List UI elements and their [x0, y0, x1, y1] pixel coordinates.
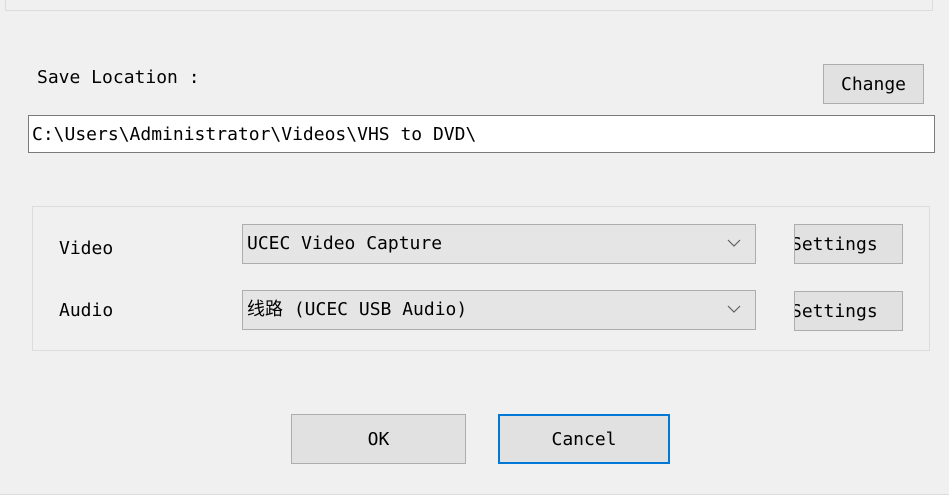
audio-device-select[interactable]: 线路 (UCEC USB Audio) — [242, 290, 756, 330]
video-device-select[interactable]: UCEC Video Capture — [242, 224, 756, 264]
video-device-value: UCEC Video Capture — [247, 233, 443, 254]
change-button[interactable]: Change — [823, 64, 924, 104]
video-settings-button[interactable]: Settings — [794, 224, 903, 264]
audio-settings-label: Settings — [794, 300, 878, 322]
save-path-field[interactable] — [28, 115, 935, 153]
save-location-label: Save Location : — [37, 67, 200, 88]
chevron-down-icon — [727, 239, 741, 247]
video-settings-label: Settings — [794, 233, 878, 255]
chevron-down-icon — [727, 305, 741, 313]
top-panel-edge — [5, 0, 933, 11]
audio-label: Audio — [59, 300, 114, 321]
audio-settings-button[interactable]: Settings — [794, 291, 903, 331]
video-label: Video — [59, 238, 114, 259]
cancel-button[interactable]: Cancel — [498, 414, 670, 464]
audio-device-value: 线路 (UCEC USB Audio) — [247, 299, 468, 320]
ok-button[interactable]: OK — [291, 414, 466, 464]
